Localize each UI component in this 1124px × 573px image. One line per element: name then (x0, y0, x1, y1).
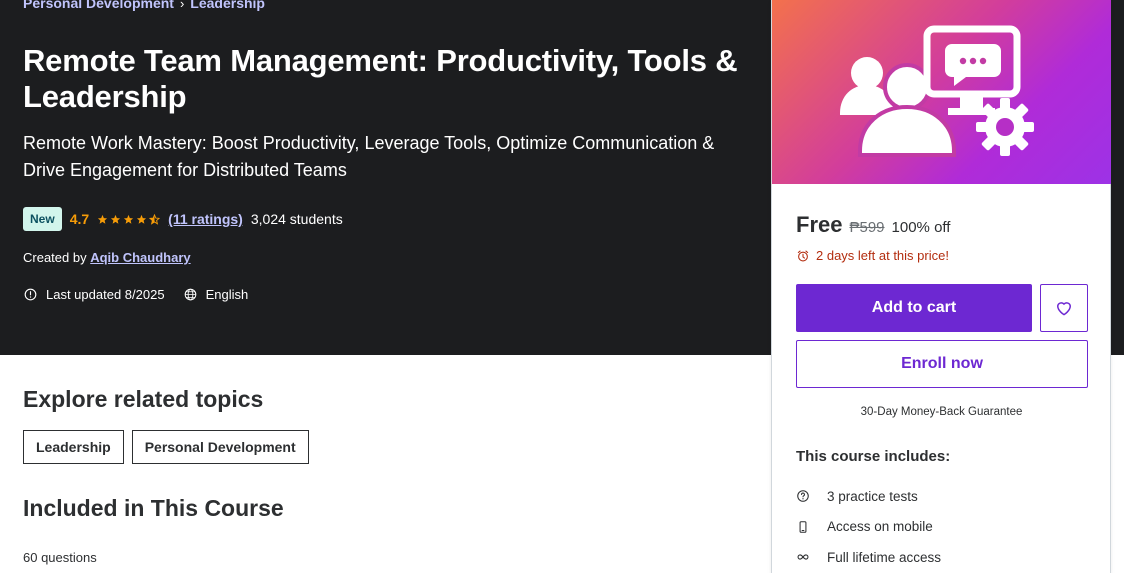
half-star-icon (149, 213, 161, 225)
breadcrumb-separator: › (179, 0, 185, 11)
star-icon (137, 214, 147, 224)
question-circle-icon (797, 490, 809, 503)
ratings-count-link[interactable]: (11 ratings) (168, 211, 243, 227)
infinity-icon (797, 554, 809, 560)
created-by-label: Created by (23, 250, 87, 265)
course-meta: Last updated 8/2025 English (23, 287, 248, 302)
timer-text: 2 days left at this price! (816, 248, 949, 263)
topic-personal-development[interactable]: Personal Development (131, 430, 309, 464)
course-language: English (205, 287, 249, 302)
created-by: Created by Aqib Chaudhary (23, 250, 191, 265)
question-count: 60 questions (23, 550, 97, 565)
enroll-now-button[interactable]: Enroll now (796, 340, 1088, 388)
star-rating (97, 213, 161, 225)
course-includes-heading: This course includes: (796, 448, 951, 465)
alarm-clock-icon (797, 250, 809, 261)
related-topics: Leadership Personal Development (23, 430, 309, 464)
breadcrumb-item-leadership[interactable]: Leadership (190, 0, 265, 11)
discount-timer: 2 days left at this price! (796, 248, 949, 263)
new-badge: New (23, 207, 62, 231)
include-lifetime-access: Full lifetime access (827, 549, 942, 565)
mobile-phone-icon (799, 520, 807, 533)
clock-alert-icon (24, 288, 37, 301)
explore-topics-heading: Explore related topics (23, 386, 264, 412)
list-item: Full lifetime access (796, 542, 941, 573)
price-block: Free ₱599 100% off (796, 212, 950, 238)
breadcrumb: Personal Development › Leadership (23, 0, 265, 11)
star-icon (98, 214, 108, 224)
course-stats: New 4.7 (11 ratings) 3,024 students (23, 207, 343, 231)
heart-icon (1057, 302, 1071, 316)
course-includes-list: 3 practice tests Access on mobile Full l… (796, 481, 941, 573)
last-updated: Last updated 8/2025 (46, 287, 165, 302)
topic-leadership[interactable]: Leadership (23, 430, 124, 464)
rating-value: 4.7 (69, 211, 90, 227)
course-title: Remote Team Management: Productivity, To… (23, 43, 738, 114)
breadcrumb-item-personal-development[interactable]: Personal Development (23, 0, 174, 11)
money-back-guarantee: 30-Day Money-Back Guarantee (860, 406, 1023, 418)
wishlist-button[interactable] (1040, 284, 1088, 332)
list-item: 3 practice tests (796, 481, 941, 512)
original-price: ₱599 (849, 219, 885, 236)
included-heading: Included in This Course (23, 495, 284, 521)
list-item: Access on mobile (796, 512, 941, 543)
team-meeting-illustration-icon (840, 25, 1034, 157)
discount-percentage: 100% off (891, 219, 951, 236)
add-to-cart-button[interactable]: Add to cart (796, 284, 1032, 332)
include-mobile-access: Access on mobile (827, 519, 933, 535)
current-price: Free (796, 212, 843, 237)
include-practice-tests: 3 practice tests (827, 488, 918, 504)
student-count: 3,024 students (250, 211, 343, 227)
purchase-sidebar: Free ₱599 100% off 2 days left at this p… (771, 0, 1111, 573)
instructor-link[interactable]: Aqib Chaudhary (90, 250, 190, 265)
course-preview-image[interactable] (772, 0, 1111, 184)
globe-icon (184, 288, 196, 301)
star-icon (124, 214, 134, 224)
star-icon (111, 214, 121, 224)
course-subtitle: Remote Work Mastery: Boost Productivity,… (23, 133, 715, 180)
